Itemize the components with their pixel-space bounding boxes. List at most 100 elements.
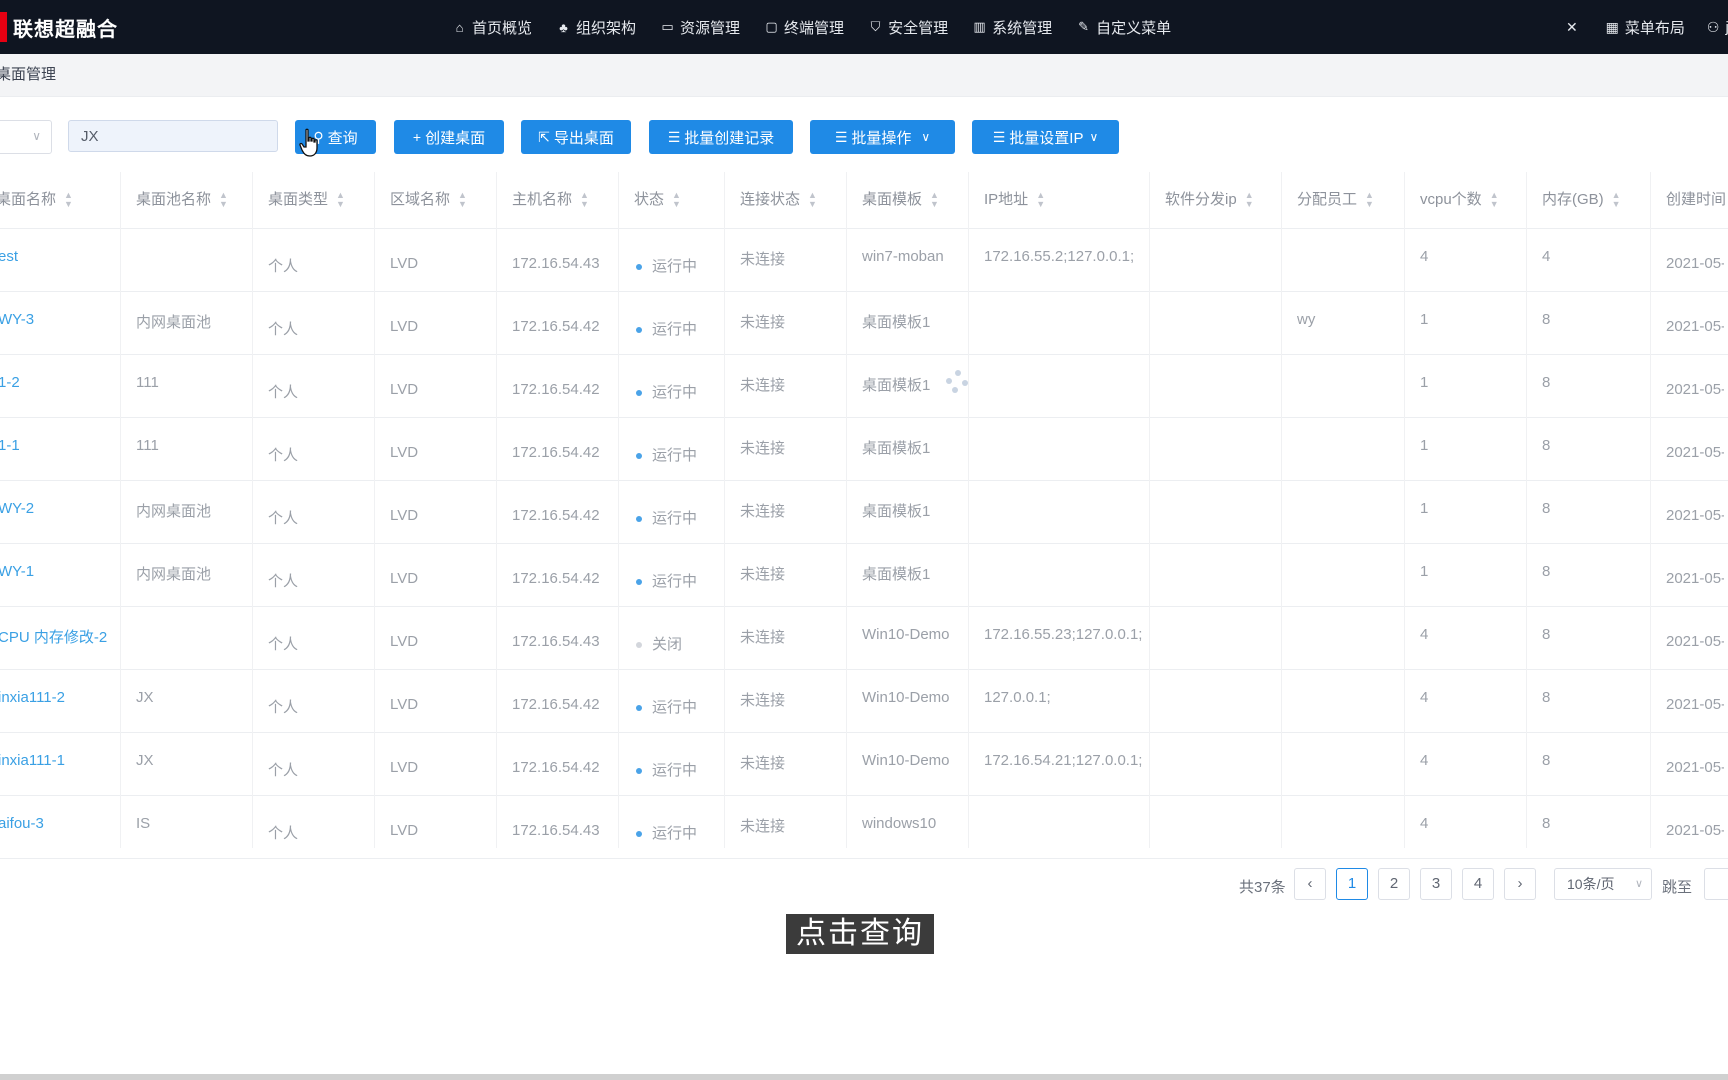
- table-row[interactable]: WY-3 内网桌面池 个人 LVD 172.16.54.42 运行中 未连接 桌面模板1 wy 1…: [0, 292, 1728, 355]
- create-desktop-button[interactable]: + 创建桌面: [394, 120, 504, 154]
- col-desktop-name[interactable]: 桌面名称 ▲ ▼: [0, 172, 132, 228]
- user-menu[interactable]: ⚇ jinx: [1707, 19, 1728, 36]
- page-button-1[interactable]: 1: [1336, 868, 1368, 900]
- cell-desktop-name[interactable]: CPU 内存修改-2: [0, 607, 130, 669]
- sort-icon[interactable]: ▲ ▼: [458, 191, 467, 209]
- export-desktop-label: 导出桌面: [553, 129, 614, 147]
- search-input[interactable]: [68, 120, 278, 152]
- cell-software-ip: [1165, 607, 1293, 669]
- cell-value: 8: [1542, 815, 1551, 832]
- col-connection-status[interactable]: 连接状态 ▲ ▼: [740, 172, 862, 228]
- cell-value: 运行中: [652, 384, 698, 401]
- column-label: IP地址: [984, 191, 1029, 208]
- nav-item-5[interactable]: ▥ 系统管理: [972, 17, 1052, 38]
- cell-pool-name: JX: [136, 733, 264, 795]
- col-ip-address[interactable]: IP地址 ▲ ▼: [984, 172, 1165, 228]
- nav-item-6[interactable]: ✎ 自定义菜单: [1076, 17, 1171, 38]
- table-row[interactable]: WY-1 内网桌面池 个人 LVD 172.16.54.42 运行中 未连接 桌面模板1 1 8 2…: [0, 544, 1728, 607]
- col-created-time[interactable]: 创建时间: [1666, 172, 1728, 228]
- cell-value: 111: [136, 374, 159, 391]
- chevron-right-icon: ›: [1517, 875, 1523, 892]
- table-row[interactable]: 1-1 111 个人 LVD 172.16.54.42 运行中 未连接 桌面模板1 1 8 2021…: [0, 418, 1728, 481]
- filter-select[interactable]: ∨: [0, 120, 52, 154]
- prev-page-button[interactable]: ‹: [1294, 868, 1326, 900]
- cell-memory: 8: [1542, 733, 1662, 795]
- sort-icon[interactable]: ▲ ▼: [808, 191, 817, 209]
- cell-value: LVD: [390, 633, 419, 650]
- col-vcpu[interactable]: vcpu个数 ▲ ▼: [1420, 172, 1542, 228]
- brand-logo[interactable]: 联想超融合: [0, 12, 118, 42]
- next-page-button[interactable]: ›: [1504, 868, 1536, 900]
- nav-item-2[interactable]: ▭ 资源管理: [660, 17, 740, 38]
- page-button-2[interactable]: 2: [1378, 868, 1410, 900]
- fullscreen-toggle[interactable]: ✕: [1566, 19, 1584, 36]
- table-row[interactable]: inxia111-2 JX 个人 LVD 172.16.54.42 运行中 未连接 Win10…: [0, 670, 1728, 733]
- batch-create-record-label: 批量创建记录: [684, 129, 775, 147]
- batch-set-ip-dropdown[interactable]: ☰ 批量设置IP ∨: [972, 120, 1119, 154]
- nav-item-4[interactable]: ⛉ 安全管理: [868, 17, 948, 38]
- cell-desktop-name[interactable]: 1-1: [0, 418, 130, 480]
- cell-desktop-name[interactable]: est: [0, 229, 130, 291]
- cell-value: 运行中: [652, 825, 698, 842]
- export-desktop-button[interactable]: ⇱ 导出桌面: [521, 120, 631, 154]
- cell-desktop-name[interactable]: inxia111-1: [0, 733, 130, 795]
- table-row[interactable]: CPU 内存修改-2 个人 LVD 172.16.54.43 关闭 未连接 Win10-De…: [0, 607, 1728, 670]
- cell-desktop-type: 个人: [268, 796, 386, 858]
- cell-desktop-name[interactable]: WY-2: [0, 481, 130, 543]
- cell-value: 桌面模板1: [862, 440, 931, 457]
- col-area-name[interactable]: 区域名称 ▲ ▼: [390, 172, 512, 228]
- column-divider: [252, 172, 253, 848]
- sort-icon[interactable]: ▲ ▼: [1365, 191, 1374, 209]
- menu-layout-button[interactable]: ▦ 菜单布局: [1606, 17, 1685, 38]
- nav-item-label: 安全管理: [888, 19, 949, 37]
- sort-icon[interactable]: ▲ ▼: [1245, 191, 1254, 209]
- col-pool-name[interactable]: 桌面池名称 ▲ ▼: [136, 172, 268, 228]
- sort-icon[interactable]: ▲ ▼: [672, 191, 681, 209]
- cell-vcpu: 1: [1420, 544, 1538, 606]
- jump-page-input[interactable]: [1704, 868, 1728, 900]
- col-assigned-staff[interactable]: 分配员工 ▲ ▼: [1297, 172, 1420, 228]
- table-row[interactable]: aifou-3 IS 个人 LVD 172.16.54.43 运行中 未连接 windows1…: [0, 796, 1728, 859]
- table-row[interactable]: 1-2 111 个人 LVD 172.16.54.42 运行中 未连接 桌面模板1 1 8 2021…: [0, 355, 1728, 418]
- sort-icon[interactable]: ▲ ▼: [1612, 191, 1621, 209]
- table-row[interactable]: inxia111-1 JX 个人 LVD 172.16.54.42 运行中 未连接 Win10…: [0, 733, 1728, 796]
- col-desktop-template[interactable]: 桌面模板 ▲ ▼: [862, 172, 984, 228]
- page-size-select[interactable]: 10条/页 ∨: [1554, 868, 1652, 900]
- sort-icon[interactable]: ▲ ▼: [219, 191, 228, 209]
- batch-create-record-button[interactable]: ☰ 批量创建记录: [649, 120, 793, 154]
- batch-operation-dropdown[interactable]: ☰ 批量操作 ∨: [810, 120, 955, 154]
- sort-icon[interactable]: ▲ ▼: [1490, 191, 1499, 209]
- table-row[interactable]: WY-2 内网桌面池 个人 LVD 172.16.54.42 运行中 未连接 桌面模板1 1 8 2…: [0, 481, 1728, 544]
- cell-assigned-staff: [1297, 544, 1416, 606]
- table-row[interactable]: est 个人 LVD 172.16.54.43 运行中 未连接 win7-moban 172.…: [0, 229, 1728, 292]
- sort-icon[interactable]: ▲ ▼: [336, 191, 345, 209]
- sort-icon[interactable]: ▲ ▼: [64, 191, 73, 209]
- cell-desktop-template: Win10-Demo: [862, 607, 980, 669]
- page-button-4[interactable]: 4: [1462, 868, 1494, 900]
- cell-value: wy: [1297, 311, 1316, 328]
- cell-connection-status: 未连接: [740, 481, 858, 543]
- cell-host-name: 172.16.54.42: [512, 544, 630, 606]
- cell-created-time: 2021-05-: [1666, 733, 1724, 795]
- cell-desktop-name[interactable]: aifou-3: [0, 796, 130, 858]
- nav-item-1[interactable]: ♣ 组织架构: [556, 17, 636, 38]
- cell-desktop-name[interactable]: WY-3: [0, 292, 130, 354]
- nav-item-0[interactable]: ⌂ 首页概览: [452, 17, 532, 38]
- col-memory[interactable]: 内存(GB) ▲ ▼: [1542, 172, 1666, 228]
- col-host-name[interactable]: 主机名称 ▲ ▼: [512, 172, 634, 228]
- sort-icon[interactable]: ▲ ▼: [930, 191, 939, 209]
- cell-desktop-name[interactable]: inxia111-2: [0, 670, 130, 732]
- bottom-scrollbar[interactable]: [0, 1074, 1728, 1080]
- col-software-ip[interactable]: 软件分发ip ▲ ▼: [1165, 172, 1297, 228]
- sort-icon[interactable]: ▲ ▼: [1036, 191, 1045, 209]
- sort-icon[interactable]: ▲ ▼: [580, 191, 589, 209]
- cell-ip-address: [984, 796, 1161, 858]
- col-desktop-type[interactable]: 桌面类型 ▲ ▼: [268, 172, 390, 228]
- cell-area-name: LVD: [390, 418, 508, 480]
- cell-pool-name: 内网桌面池: [136, 544, 264, 606]
- cell-desktop-type: 个人: [268, 229, 386, 291]
- cell-desktop-name[interactable]: 1-2: [0, 355, 130, 417]
- cell-desktop-name[interactable]: WY-1: [0, 544, 130, 606]
- page-button-3[interactable]: 3: [1420, 868, 1452, 900]
- nav-item-3[interactable]: ▢ 终端管理: [764, 17, 844, 38]
